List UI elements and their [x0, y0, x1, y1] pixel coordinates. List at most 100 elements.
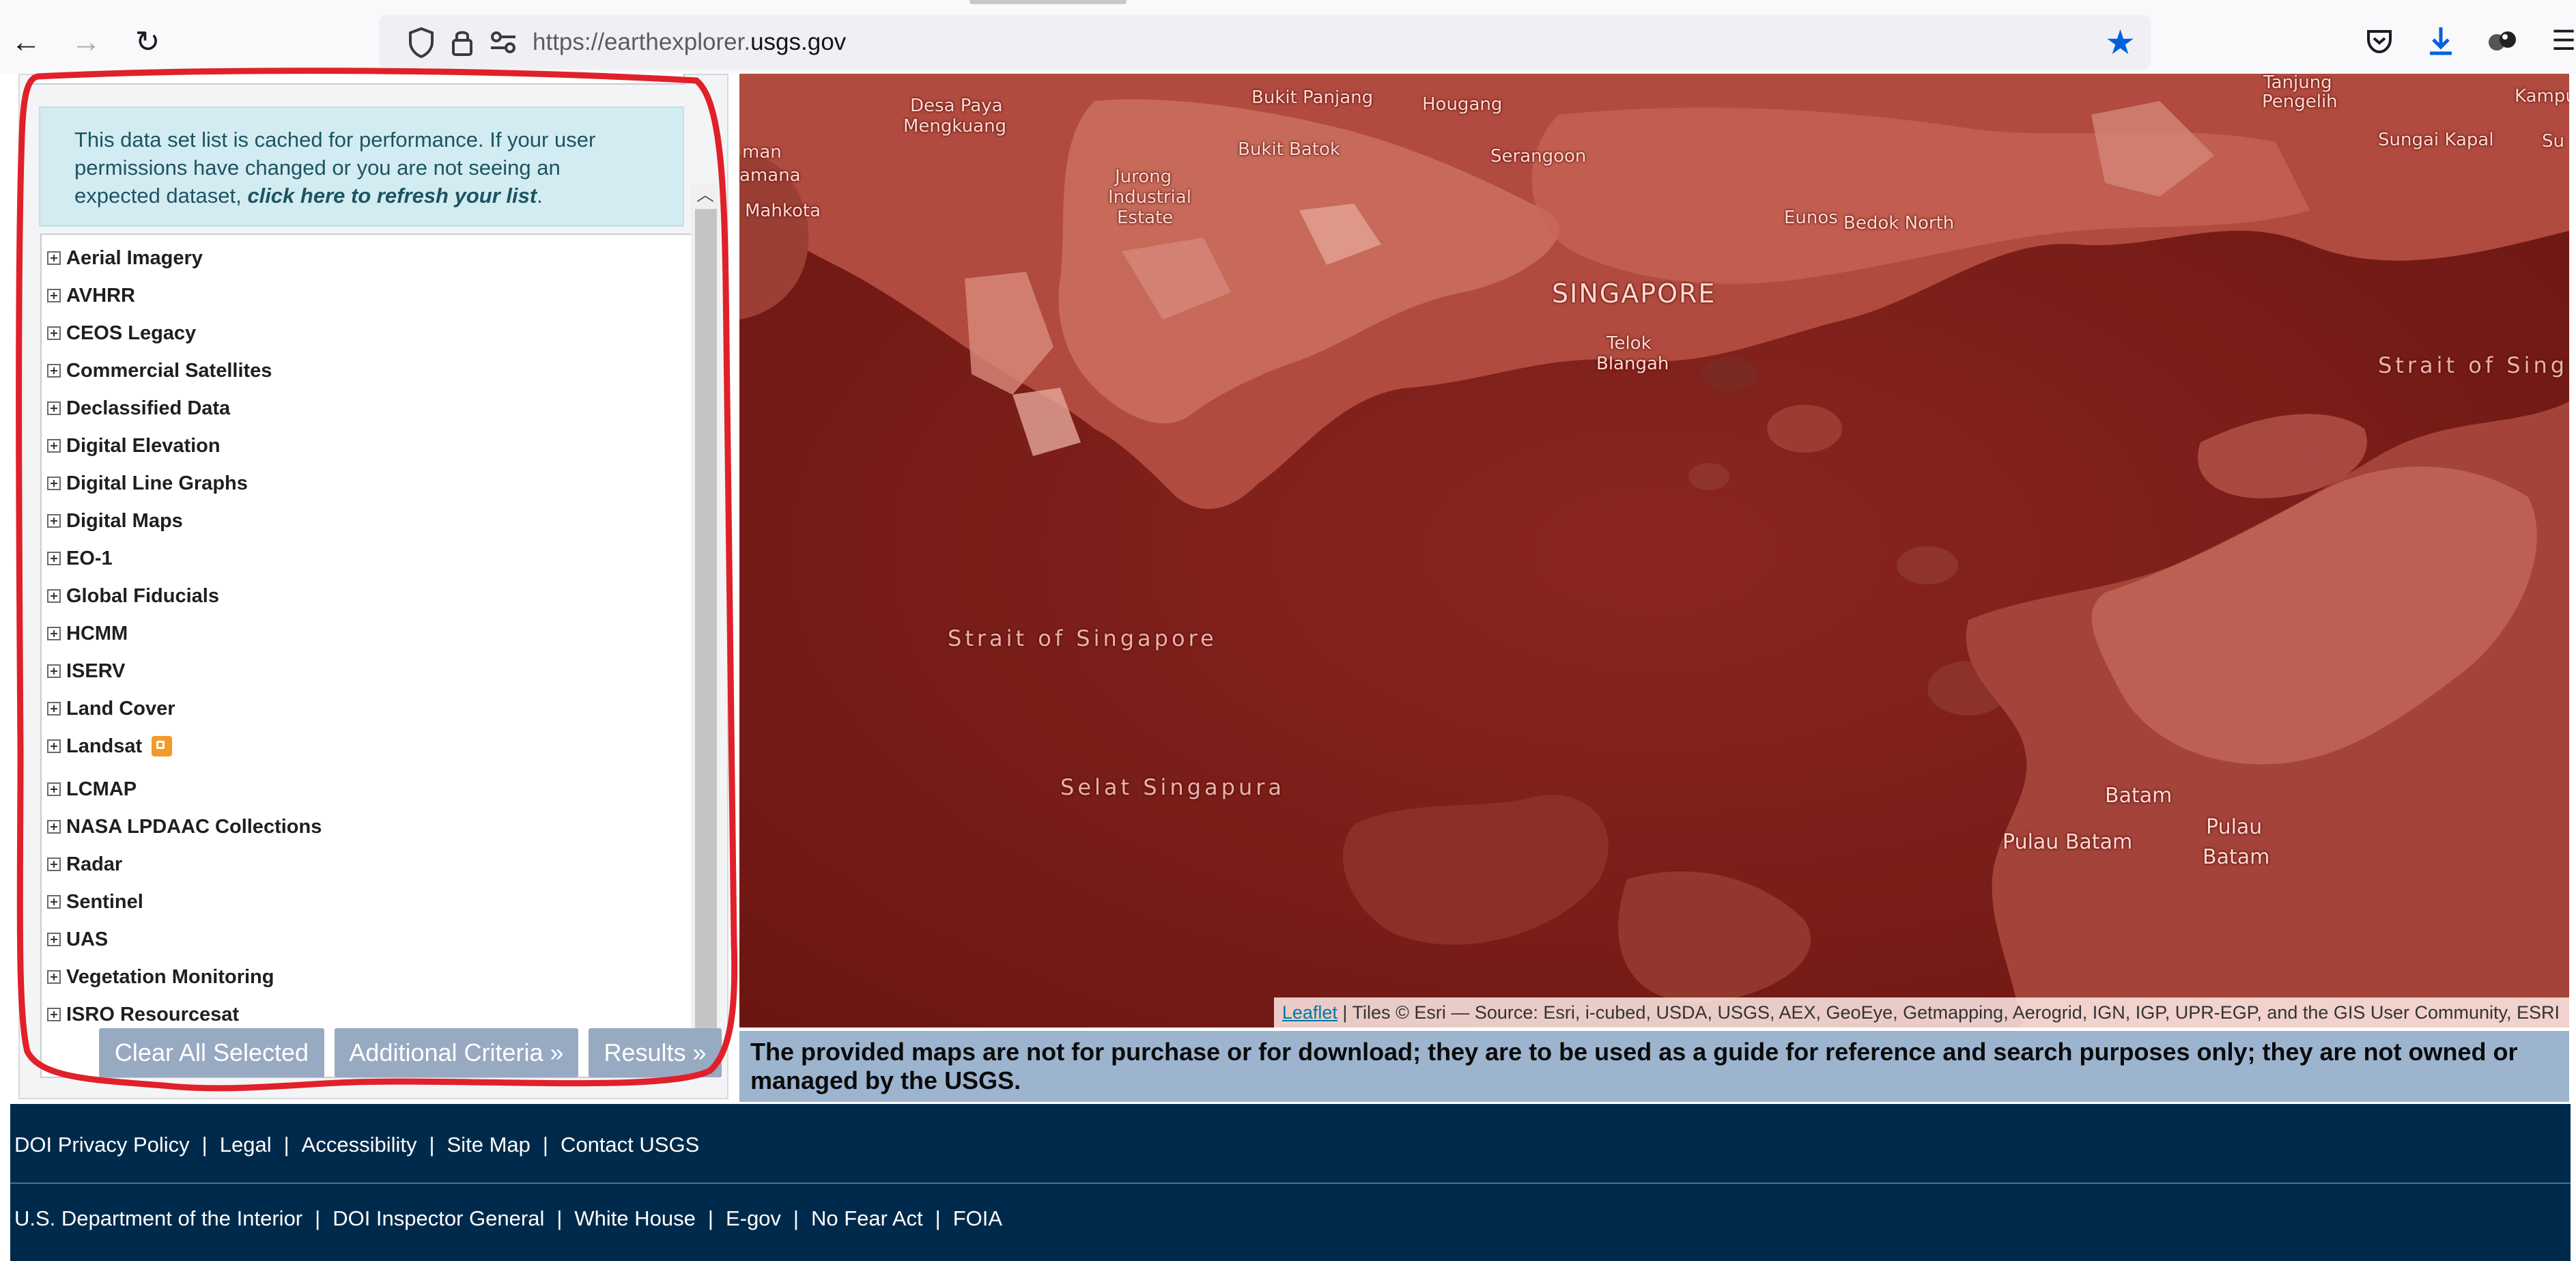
tree-item-landsat[interactable]: Landsat	[47, 730, 173, 763]
map-label: Kampur	[2515, 86, 2569, 107]
map-label: Mengkuang	[903, 116, 1007, 137]
expand-plus-icon[interactable]	[47, 589, 61, 603]
footer-link-privacy[interactable]: DOI Privacy Policy	[14, 1133, 190, 1157]
tree-item-sentinel[interactable]: Sentinel	[47, 885, 143, 918]
expand-plus-icon[interactable]	[47, 1008, 61, 1021]
footer-link-legal[interactable]: Legal	[220, 1133, 272, 1157]
tree-item-ceos-legacy[interactable]: CEOS Legacy	[47, 317, 196, 350]
expand-plus-icon[interactable]	[47, 477, 61, 490]
scroll-up-icon[interactable]: ︿	[691, 184, 720, 205]
tree-item-avhrr[interactable]: AVHRR	[47, 279, 135, 312]
tree-item-digital-elevation[interactable]: Digital Elevation	[47, 429, 221, 462]
map-label: Industrial	[1108, 187, 1191, 208]
footer-link-no-fear-act[interactable]: No Fear Act	[811, 1206, 923, 1230]
results-button[interactable]: Results »	[589, 1028, 722, 1077]
shield-icon[interactable]	[404, 25, 439, 60]
refresh-list-link[interactable]: click here to refresh your list	[247, 184, 537, 208]
tree-item-label: Digital Maps	[66, 509, 183, 532]
expand-plus-icon[interactable]	[47, 552, 61, 565]
tree-item-label: NASA LPDAAC Collections	[66, 815, 322, 838]
tree-item-label: AVHRR	[66, 284, 135, 307]
tree-item-lcmap[interactable]: LCMAP	[47, 773, 137, 806]
tree-item-label: Digital Elevation	[66, 434, 221, 457]
additional-criteria-button[interactable]: Additional Criteria »	[335, 1028, 578, 1077]
dataset-panel: This data set list is cached for perform…	[18, 74, 728, 1099]
clear-all-selected-button[interactable]: Clear All Selected	[99, 1028, 324, 1077]
expand-plus-icon[interactable]	[47, 364, 61, 378]
expand-plus-icon[interactable]	[47, 401, 61, 415]
address-bar[interactable]: https://earthexplorer.usgs.gov ★	[379, 15, 2151, 70]
footer-link-accessibility[interactable]: Accessibility	[302, 1133, 417, 1157]
bookmark-star-icon[interactable]: ★	[2105, 23, 2136, 61]
footer-link-doi[interactable]: U.S. Department of the Interior	[14, 1206, 302, 1230]
tree-item-label: Vegetation Monitoring	[66, 965, 274, 988]
expand-plus-icon[interactable]	[47, 858, 61, 871]
tree-item-global-fiducials[interactable]: Global Fiducials	[47, 580, 219, 612]
footer-link-white-house[interactable]: White House	[574, 1206, 695, 1230]
menu-icon[interactable]: ☰	[2543, 20, 2576, 61]
footer-separator: |	[429, 1133, 435, 1157]
tree-item-uas[interactable]: UAS	[47, 923, 108, 956]
tree-item-isro-resourcesat[interactable]: ISRO Resourcesat	[47, 998, 239, 1031]
expand-plus-icon[interactable]	[47, 514, 61, 528]
map-label: Batam	[2203, 845, 2270, 869]
expand-plus-icon[interactable]	[47, 439, 61, 453]
scrollbar-thumb[interactable]	[695, 209, 717, 1042]
tree-item-vegetation-monitoring[interactable]: Vegetation Monitoring	[47, 961, 274, 993]
download-icon[interactable]	[2420, 20, 2461, 61]
footer-link-egov[interactable]: E-gov	[726, 1206, 781, 1230]
footer-divider	[10, 1182, 2571, 1184]
tree-item-label: Declassified Data	[66, 397, 231, 419]
tree-item-iserv[interactable]: ISERV	[47, 655, 126, 688]
tree-item-aerial-imagery[interactable]: Aerial Imagery	[47, 242, 203, 274]
tree-scrollbar[interactable]: ︿ ﹀	[691, 184, 720, 1075]
dataset-tree: Aerial Imagery AVHRR CEOS Legacy Commerc…	[40, 233, 696, 1078]
satellite-map[interactable]: Desa Paya Mengkuang Bukit Panjang Hougan…	[739, 74, 2569, 1028]
map-label: Eunos	[1784, 208, 1838, 228]
tree-item-eo-1[interactable]: EO-1	[47, 542, 113, 575]
expand-plus-icon[interactable]	[47, 933, 61, 946]
back-arrow-icon[interactable]: ←	[4, 20, 48, 64]
tree-item-digital-line-graphs[interactable]: Digital Line Graphs	[47, 467, 248, 500]
tree-item-radar[interactable]: Radar	[47, 848, 122, 881]
footer-link-foia[interactable]: FOIA	[953, 1206, 1002, 1230]
extensions-icon[interactable]	[2482, 20, 2523, 61]
tree-item-label: Sentinel	[66, 890, 143, 913]
search-field-edge[interactable]	[32, 74, 685, 85]
expand-plus-icon[interactable]	[47, 820, 61, 834]
tree-item-digital-maps[interactable]: Digital Maps	[47, 505, 183, 537]
forward-arrow-icon[interactable]: →	[64, 20, 108, 64]
tree-item-land-cover[interactable]: Land Cover	[47, 692, 175, 725]
lock-icon[interactable]	[444, 25, 480, 60]
map-label: Sungai Kapal	[2378, 130, 2494, 150]
footer-link-contact[interactable]: Contact USGS	[561, 1133, 699, 1157]
expand-plus-icon[interactable]	[47, 702, 61, 715]
footer-separator: |	[935, 1206, 941, 1230]
tree-item-declassified-data[interactable]: Declassified Data	[47, 392, 230, 425]
footer-link-site-map[interactable]: Site Map	[447, 1133, 530, 1157]
expand-plus-icon[interactable]	[47, 970, 61, 984]
tree-item-commercial-satellites[interactable]: Commercial Satellites	[47, 354, 272, 387]
expand-plus-icon[interactable]	[47, 289, 61, 302]
tree-item-nasa-lpdaac[interactable]: NASA LPDAAC Collections	[47, 810, 322, 843]
expand-plus-icon[interactable]	[47, 895, 61, 909]
tree-item-hcmm[interactable]: HCMM	[47, 617, 128, 650]
landsat-badge-icon[interactable]	[152, 736, 173, 756]
url-prefix: https://earthexplorer.	[533, 29, 751, 55]
footer-separator: |	[707, 1206, 713, 1230]
footer-link-inspector-general[interactable]: DOI Inspector General	[332, 1206, 544, 1230]
url-text[interactable]: https://earthexplorer.usgs.gov	[533, 27, 846, 58]
pocket-icon[interactable]	[2359, 20, 2400, 61]
footer-separator: |	[793, 1206, 799, 1230]
expand-plus-icon[interactable]	[47, 326, 61, 340]
reload-icon[interactable]: ↻	[126, 20, 169, 64]
expand-plus-icon[interactable]	[47, 251, 61, 265]
expand-plus-icon[interactable]	[47, 782, 61, 796]
tree-item-label: Radar	[66, 853, 123, 875]
expand-plus-icon[interactable]	[47, 739, 61, 753]
tree-item-label: Land Cover	[66, 697, 175, 720]
permissions-icon[interactable]	[485, 25, 521, 60]
expand-plus-icon[interactable]	[47, 627, 61, 640]
leaflet-link[interactable]: Leaflet	[1282, 1002, 1337, 1023]
expand-plus-icon[interactable]	[47, 664, 61, 678]
